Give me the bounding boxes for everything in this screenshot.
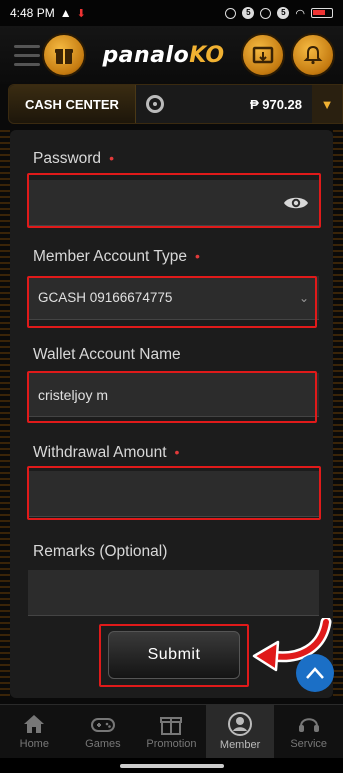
nav-label: Home <box>19 738 49 750</box>
wallet-name-label: Wallet Account Name <box>33 346 181 363</box>
nav-member[interactable]: Member <box>205 705 275 758</box>
decorative-stripe <box>333 130 343 698</box>
account-type-label-text: Member Account Type <box>33 248 187 265</box>
status-app-icon: 5 <box>277 7 290 19</box>
deposit-button[interactable] <box>241 33 285 77</box>
password-label-text: Password <box>33 150 102 167</box>
gift-icon <box>55 49 73 64</box>
app-header: panaloKO <box>0 26 343 84</box>
remarks-label: Remarks (Optional) <box>33 543 168 560</box>
nav-label: Promotion <box>146 738 197 750</box>
nav-service[interactable]: Service <box>274 705 343 758</box>
required-mark: • <box>109 150 114 166</box>
notification-button[interactable] <box>291 33 335 77</box>
status-app-icon <box>225 7 237 19</box>
chevron-up-icon <box>306 667 324 679</box>
nav-label: Member <box>219 739 261 751</box>
submit-button[interactable]: Submit <box>108 631 240 679</box>
highlight-box <box>27 276 317 328</box>
cash-center-bar: CASH CENTER ₱ 970.28 ▼ <box>8 84 343 124</box>
wallet-icon <box>252 46 274 64</box>
nav-label: Games <box>85 738 121 750</box>
scroll-to-top-button[interactable] <box>296 654 334 692</box>
chevron-down-icon[interactable]: ▼ <box>312 85 342 123</box>
balance-amount: ₱ 970.28 <box>249 96 302 112</box>
nav-promotion[interactable]: Promotion <box>137 705 206 758</box>
bell-icon <box>303 45 323 65</box>
gift-button[interactable] <box>42 33 86 77</box>
status-bar: 4:48 PM ▲ ⬇ 5 5 ◠ <box>0 0 343 26</box>
account-type-label: Member Account Type • <box>33 248 200 266</box>
logo-suffix: KO <box>189 42 225 68</box>
wifi-icon: ◠ <box>295 7 305 20</box>
notification-bell-icon: ▲ <box>59 6 72 20</box>
highlight-box <box>27 371 317 423</box>
required-mark: • <box>174 444 180 460</box>
home-icon <box>24 715 45 733</box>
cash-center-label[interactable]: CASH CENTER <box>9 85 136 123</box>
home-indicator[interactable] <box>120 764 224 768</box>
headset-icon <box>298 718 319 732</box>
logo-text: panalo <box>102 42 190 68</box>
amount-label: Withdrawal Amount • <box>33 444 179 462</box>
decorative-stripe <box>0 130 10 698</box>
nav-home[interactable]: Home <box>0 705 69 758</box>
status-app-icon: 5 <box>242 7 255 19</box>
nav-label: Service <box>290 738 328 750</box>
highlight-box <box>27 466 321 520</box>
amount-label-text: Withdrawal Amount <box>33 444 167 461</box>
nav-games[interactable]: Games <box>69 705 138 758</box>
refresh-balance-icon[interactable] <box>145 95 164 113</box>
bottom-navigation: Home Games Promotion Member Service <box>0 704 343 758</box>
gift-icon <box>160 717 183 735</box>
required-mark: • <box>194 248 200 264</box>
system-home-bar <box>0 758 343 773</box>
status-time: 4:48 PM <box>10 6 55 20</box>
remarks-field[interactable] <box>28 570 319 616</box>
download-icon: ⬇ <box>76 7 86 20</box>
highlight-box <box>27 173 321 228</box>
user-icon <box>228 712 253 736</box>
menu-icon[interactable] <box>8 44 42 66</box>
password-label: Password • <box>33 150 114 168</box>
gamepad-icon <box>90 718 115 732</box>
battery-icon <box>311 8 333 18</box>
status-app-icon <box>260 7 272 19</box>
brand-logo[interactable]: panaloKO <box>86 43 241 68</box>
